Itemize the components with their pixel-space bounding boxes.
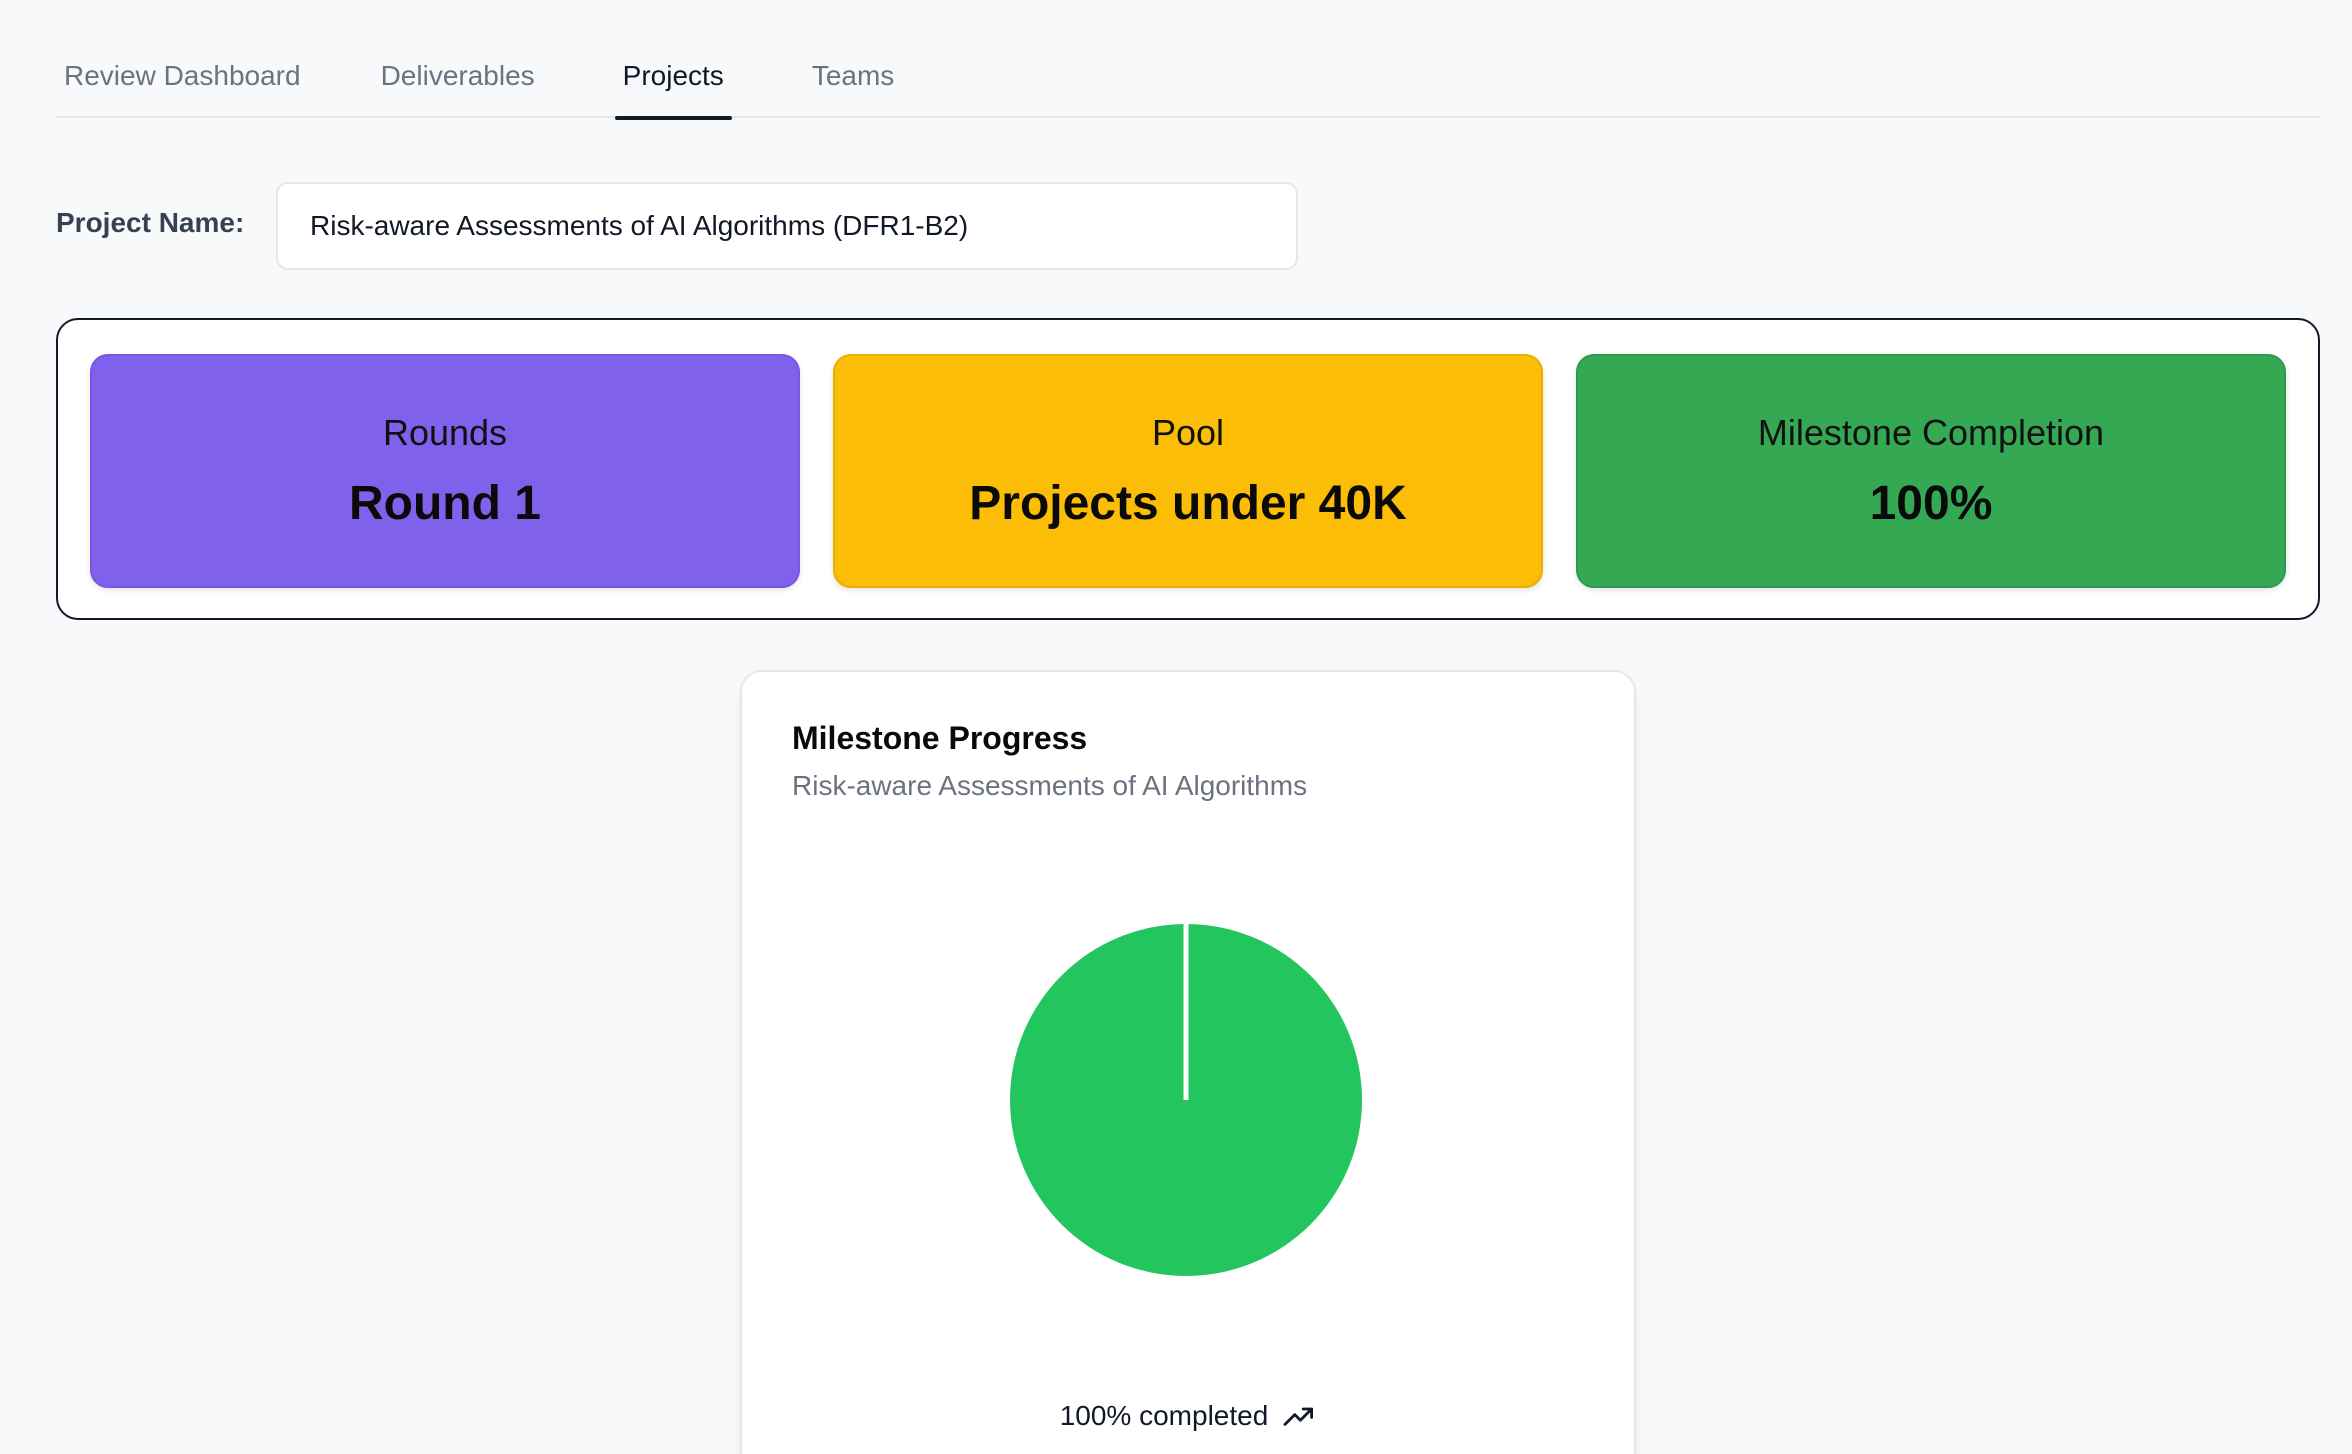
- stats-panel: Rounds Round 1 Pool Projects under 40K M…: [56, 318, 2320, 620]
- pool-value: Projects under 40K: [969, 476, 1407, 530]
- pool-card: Pool Projects under 40K: [833, 354, 1543, 588]
- rounds-label: Rounds: [382, 411, 508, 453]
- pie-chart: [1006, 920, 1366, 1280]
- tab-projects[interactable]: Projects: [614, 50, 732, 120]
- chart-footer: 100% completed: [742, 1400, 1634, 1432]
- milestone-completion-card: Milestone Completion 100%: [1576, 354, 2286, 588]
- rounds-card: Rounds Round 1: [90, 354, 800, 588]
- tab-deliverables[interactable]: Deliverables: [381, 50, 535, 118]
- tab-review-dashboard[interactable]: Review Dashboard: [64, 50, 301, 118]
- pool-label: Pool: [1151, 411, 1225, 453]
- milestone-completion-label: Milestone Completion: [1757, 411, 2105, 453]
- tab-teams[interactable]: Teams: [812, 50, 894, 118]
- project-name-input[interactable]: [276, 182, 1298, 270]
- chart-title: Milestone Progress: [792, 720, 1088, 756]
- project-name-label: Project Name:: [56, 207, 245, 238]
- rounds-value: Round 1: [349, 476, 541, 530]
- page: Review Dashboard Deliverables Projects T…: [0, 0, 2352, 1454]
- milestone-progress-card: Milestone Progress Risk-aware Assessment…: [740, 670, 1636, 1454]
- milestone-completion-value: 100%: [1869, 476, 1993, 530]
- trending-up-icon: [1283, 1407, 1314, 1426]
- chart-subtitle: Risk-aware Assessments of AI Algorithms: [792, 770, 1308, 801]
- pie-chart-svg: [1010, 922, 1362, 1276]
- completion-text: 100% completed: [1059, 1400, 1269, 1431]
- tab-bar: Review Dashboard Deliverables Projects T…: [56, 50, 2320, 120]
- project-name-row: Project Name:: [56, 182, 1298, 270]
